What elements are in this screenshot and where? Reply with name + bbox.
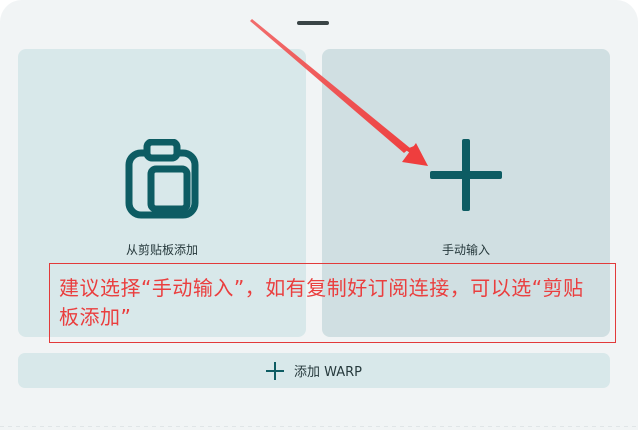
bottom-divider [0,426,638,430]
bottom-sheet: 从剪贴板添加 手动输入 添加 WARP 建议选择“手动输入”，如有复制好订阅连接… [0,0,638,430]
annotation-box: 建议选择“手动输入”，如有复制好订阅连接，可以选“剪贴板添加” [49,263,616,343]
clipboard-icon [125,138,199,223]
manual-input-card-label: 手动输入 [441,243,490,257]
add-warp-label: 添加 WARP [293,365,363,380]
drag-handle[interactable] [297,21,329,25]
plus-icon [265,361,284,380]
plus-icon [430,139,502,215]
annotation-text: 建议选择“手动输入”，如有复制好订阅连接，可以选“剪贴板添加” [59,276,584,329]
clipboard-card-label: 从剪贴板添加 [125,243,198,257]
add-warp-button[interactable]: 添加 WARP [18,353,610,388]
